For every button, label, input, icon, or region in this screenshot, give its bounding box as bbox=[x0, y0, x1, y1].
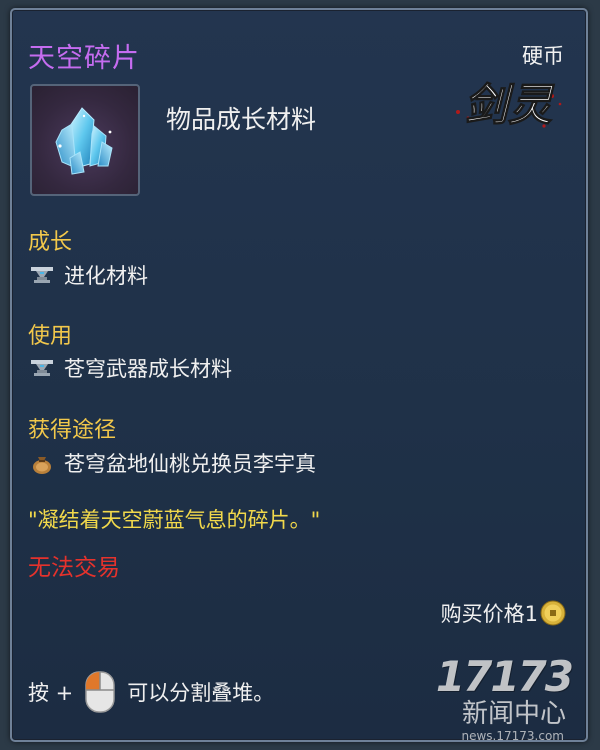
game-logo: 剑灵 bbox=[456, 80, 562, 132]
coin-icon bbox=[540, 600, 566, 626]
section-value-usage: 苍穹武器成长材料 bbox=[64, 357, 232, 381]
mouse-icon bbox=[85, 671, 116, 713]
split-hint: 按 + 可以分割叠堆。 bbox=[28, 670, 274, 714]
split-hint-prefix: 按 + bbox=[28, 681, 74, 705]
price-row: 购买价格1 bbox=[441, 598, 566, 628]
anvil-icon bbox=[31, 360, 53, 376]
crystal-icon bbox=[55, 107, 113, 175]
watermark-url: news.17173.com bbox=[461, 729, 565, 742]
pouch-icon bbox=[33, 457, 51, 474]
split-hint-suffix: 可以分割叠堆。 bbox=[127, 681, 275, 705]
flavor-text: "凝结着天空蔚蓝气息的碎片。" bbox=[28, 508, 321, 532]
section-row-growth: 进化材料 bbox=[28, 260, 148, 290]
section-heading-source: 获得途径 bbox=[28, 418, 117, 443]
watermark: 17173 新闻中心 news.17173.com bbox=[412, 652, 574, 742]
section-row-usage: 苍穹武器成长材料 bbox=[28, 353, 232, 383]
anvil-icon bbox=[31, 267, 53, 283]
section-value-growth: 进化材料 bbox=[64, 264, 148, 288]
game-logo-text: 剑灵 bbox=[464, 80, 555, 131]
section-heading-usage: 使用 bbox=[28, 324, 73, 349]
trade-status: 无法交易 bbox=[28, 555, 120, 581]
currency-label: 硬币 bbox=[522, 44, 564, 68]
item-name: 天空碎片 bbox=[28, 43, 140, 74]
watermark-logo: 17173 bbox=[435, 652, 574, 701]
watermark-subtitle: 新闻中心 bbox=[461, 699, 566, 729]
item-tooltip: 天空碎片 硬币 剑灵 物品成长材料 成长 进化材料 使用 苍穹武器成长材料 获得… bbox=[10, 8, 588, 742]
section-value-source: 苍穹盆地仙桃兑换员李宇真 bbox=[64, 452, 316, 476]
price-label: 购买价格1 bbox=[440, 602, 538, 626]
section-heading-growth: 成长 bbox=[28, 230, 73, 255]
item-icon[interactable] bbox=[30, 84, 140, 196]
section-row-source: 苍穹盆地仙桃兑换员李宇真 bbox=[28, 448, 316, 478]
item-category: 物品成长材料 bbox=[166, 105, 317, 134]
